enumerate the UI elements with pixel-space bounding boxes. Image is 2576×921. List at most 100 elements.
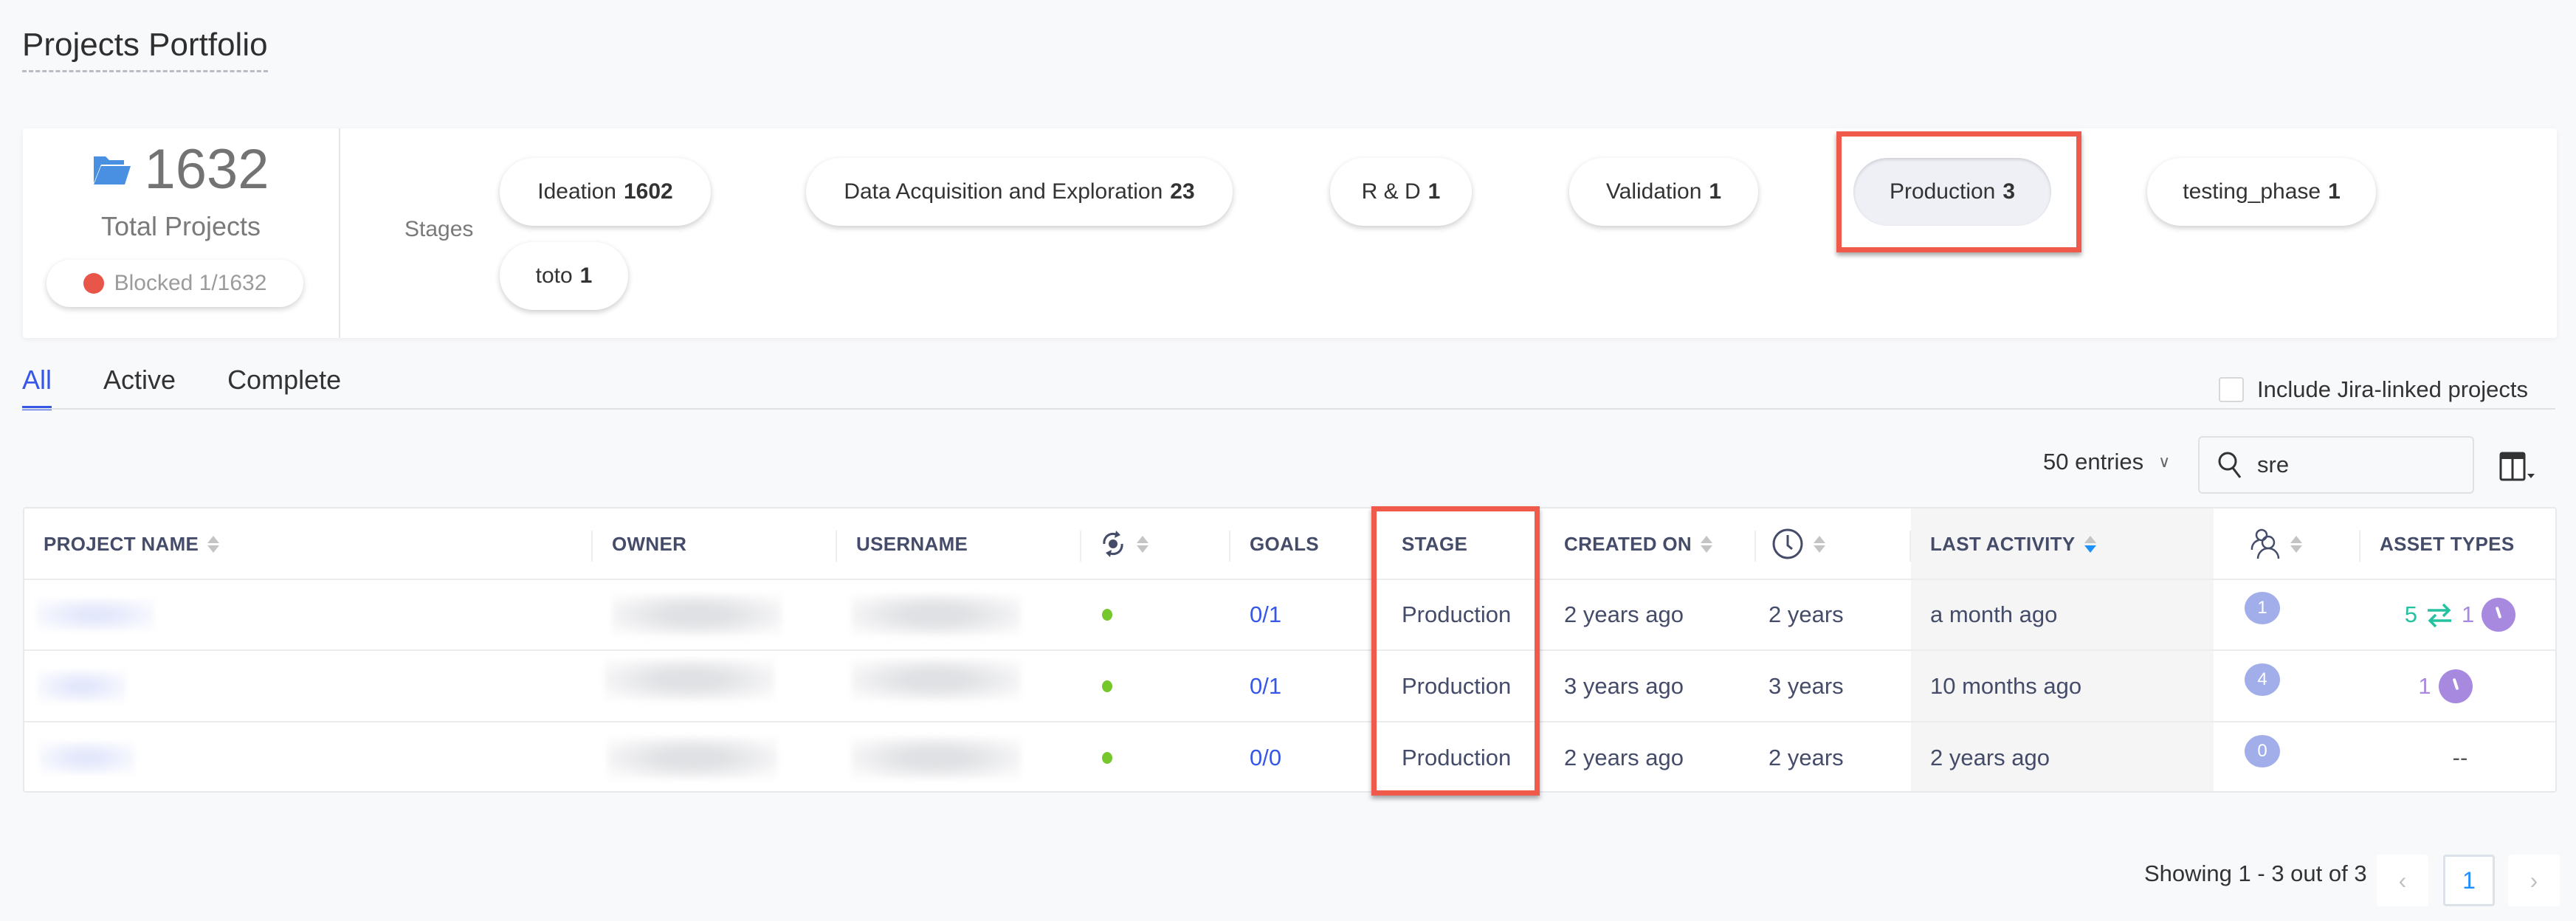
blocked-status-dot bbox=[83, 273, 104, 294]
pagination-summary: Showing 1 - 3 out of 3 bbox=[2144, 860, 2367, 886]
include-jira-toggle[interactable]: Include Jira-linked projects bbox=[2219, 376, 2528, 403]
stage-pill-r-and-d[interactable]: R & D 1 bbox=[1330, 158, 1472, 226]
stage-pill-testing-phase[interactable]: testing_phase 1 bbox=[2147, 158, 2376, 226]
stage-name: toto bbox=[535, 263, 573, 288]
header-label: USERNAME bbox=[856, 532, 968, 555]
members-cell: 0 bbox=[2245, 722, 2280, 793]
tab-active[interactable]: Active bbox=[103, 365, 176, 410]
stage-name: Validation bbox=[1605, 179, 1702, 204]
members-icon bbox=[2250, 528, 2280, 559]
header-separator bbox=[836, 531, 837, 562]
header-members[interactable] bbox=[2249, 508, 2302, 579]
asset-types-cell: 1 bbox=[2342, 651, 2549, 722]
goals-cell[interactable]: 0/1 bbox=[1250, 579, 1281, 650]
stage-count: 1 bbox=[579, 263, 593, 288]
created-on-cell: 3 years ago bbox=[1564, 673, 1684, 699]
column-toggle-icon[interactable] bbox=[2499, 452, 2544, 481]
stage-name: testing_phase bbox=[2183, 179, 2321, 204]
status-dot bbox=[1102, 609, 1112, 621]
entries-per-page-select[interactable]: 50 entries ∨ bbox=[2043, 449, 2170, 475]
search-input[interactable] bbox=[2257, 452, 2449, 478]
header-project-name[interactable]: PROJECT NAME bbox=[44, 508, 220, 579]
sort-icon[interactable] bbox=[1814, 535, 1825, 553]
stage-cell: Production bbox=[1402, 601, 1512, 627]
goals-cell[interactable]: 0/1 bbox=[1250, 651, 1281, 722]
header-separator bbox=[1754, 531, 1756, 562]
scheduled-clock-icon bbox=[2438, 669, 2473, 703]
stages-label: Stages bbox=[404, 217, 474, 241]
header-separator bbox=[1909, 531, 1911, 562]
tab-complete[interactable]: Complete bbox=[227, 365, 341, 410]
header-label: GOALS bbox=[1250, 532, 1319, 555]
stage-name: Ideation bbox=[537, 179, 616, 204]
last-activity-cell: a month ago bbox=[1930, 601, 2058, 627]
status-sync-icon bbox=[1103, 531, 1123, 557]
stage-pill-validation[interactable]: Validation 1 bbox=[1569, 158, 1758, 226]
sort-icon[interactable] bbox=[1137, 535, 1148, 553]
redacted-owner bbox=[607, 737, 777, 779]
sort-icon[interactable] bbox=[2290, 535, 2302, 553]
header-created-on[interactable]: CREATED ON bbox=[1564, 508, 1712, 579]
stage-count: 1 bbox=[2328, 179, 2341, 204]
goals-cell[interactable]: 0/0 bbox=[1250, 722, 1281, 793]
status-cell bbox=[1102, 651, 1112, 722]
redacted-project-name[interactable] bbox=[38, 670, 126, 703]
clock-icon bbox=[1772, 528, 1803, 559]
header-label: LAST ACTIVITY bbox=[1930, 532, 2076, 555]
row-divider bbox=[24, 721, 2555, 722]
dataset-count: 5 bbox=[2404, 601, 2417, 627]
duration-cell: 3 years bbox=[1769, 673, 1844, 699]
redacted-project-name[interactable] bbox=[39, 742, 135, 774]
members-count-badge[interactable]: 4 bbox=[2245, 663, 2280, 696]
stage-pill-data-acquisition[interactable]: Data Acquisition and Exploration 23 bbox=[806, 158, 1233, 226]
redacted-project-name[interactable] bbox=[36, 599, 154, 631]
members-count-badge[interactable]: 0 bbox=[2245, 735, 2280, 768]
username-cell bbox=[851, 644, 1021, 715]
no-assets-dash: -- bbox=[2452, 745, 2468, 770]
redacted-username bbox=[851, 659, 1021, 700]
blocked-label: Blocked 1/1632 bbox=[114, 271, 267, 295]
stage-pill-toto[interactable]: toto 1 bbox=[500, 242, 628, 310]
total-projects-label: Total Projects bbox=[100, 211, 261, 241]
include-jira-checkbox[interactable] bbox=[2219, 377, 2244, 402]
header-label: ASSET TYPES bbox=[2380, 532, 2515, 555]
stage-pill-ideation[interactable]: Ideation 1602 bbox=[500, 158, 711, 226]
blocked-filter-button[interactable]: Blocked 1/1632 bbox=[47, 260, 303, 307]
projects-table: PROJECT NAME OWNER USERNAME GOALS STAGE … bbox=[23, 507, 2557, 793]
status-cell bbox=[1102, 722, 1112, 793]
username-cell bbox=[851, 722, 1021, 793]
header-duration[interactable] bbox=[1771, 508, 1825, 579]
asset-types-cell: -- bbox=[2357, 722, 2563, 793]
header-owner: OWNER bbox=[612, 508, 686, 579]
transfer-arrows-icon bbox=[2428, 603, 2451, 628]
username-cell bbox=[851, 579, 1021, 650]
project-name-cell[interactable] bbox=[38, 651, 126, 722]
page-title: Projects Portfolio bbox=[22, 27, 268, 72]
members-cell: 4 bbox=[2245, 651, 2280, 722]
redacted-username bbox=[851, 594, 1021, 635]
sort-icon[interactable] bbox=[1700, 535, 1712, 553]
redacted-username bbox=[851, 737, 1021, 779]
created-on-cell: 2 years ago bbox=[1564, 745, 1684, 770]
redacted-owner bbox=[605, 659, 774, 700]
pagination-prev-button[interactable]: ‹ bbox=[2377, 855, 2428, 906]
header-separator bbox=[1080, 531, 1081, 562]
status-cell bbox=[1102, 579, 1112, 650]
header-label: CREATED ON bbox=[1564, 532, 1692, 555]
tab-all[interactable]: All bbox=[22, 365, 52, 410]
sort-icon[interactable] bbox=[2084, 535, 2096, 553]
folder-open-icon bbox=[94, 156, 131, 184]
duration-cell: 2 years bbox=[1769, 601, 1844, 627]
pagination-page-1[interactable]: 1 bbox=[2443, 855, 2495, 906]
header-last-activity[interactable]: LAST ACTIVITY bbox=[1930, 508, 2096, 579]
header-label: OWNER bbox=[612, 532, 687, 555]
total-projects-box: 1632 Total Projects Blocked 1/1632 bbox=[23, 128, 340, 338]
project-name-cell[interactable] bbox=[36, 579, 154, 650]
pagination-next-button[interactable]: › bbox=[2508, 855, 2560, 906]
sort-icon[interactable] bbox=[207, 535, 220, 553]
search-box[interactable] bbox=[2198, 436, 2474, 494]
header-status[interactable] bbox=[1098, 508, 1148, 579]
stage-pill-production[interactable]: Production 3 bbox=[1853, 158, 2051, 226]
project-name-cell[interactable] bbox=[39, 722, 135, 793]
members-count-badge[interactable]: 1 bbox=[2245, 592, 2280, 624]
